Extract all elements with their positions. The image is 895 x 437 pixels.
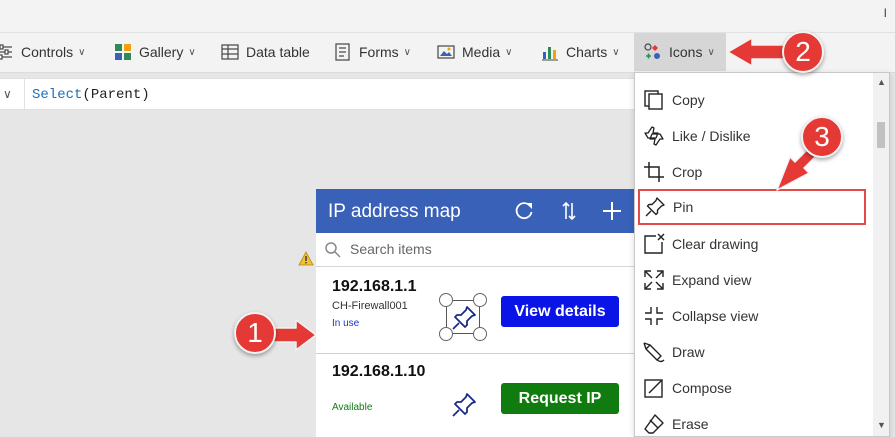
chevron-down-icon: ∨ bbox=[188, 46, 196, 58]
menu-item-label: Expand view bbox=[672, 272, 752, 288]
menu-item-erase[interactable]: Erase bbox=[635, 406, 873, 436]
formula-bar-divider bbox=[24, 79, 25, 111]
app-header: IP address map bbox=[316, 189, 635, 233]
chevron-down-icon: ∨ bbox=[78, 46, 86, 58]
title-bar-mark: I bbox=[883, 6, 887, 20]
status-label: Available bbox=[332, 402, 373, 413]
pin-icon bbox=[645, 197, 665, 217]
warning-icon[interactable] bbox=[298, 251, 314, 266]
ip-address: 192.168.1.10 bbox=[332, 363, 426, 380]
menu-item-label: Copy bbox=[672, 92, 705, 108]
menu-item-clear-drawing[interactable]: Clear drawing bbox=[635, 226, 873, 262]
arrow-1 bbox=[271, 319, 317, 351]
data-table-icon bbox=[221, 44, 239, 60]
formula-args: (Parent) bbox=[82, 87, 150, 103]
menu-item-expand-view[interactable]: Expand view bbox=[635, 262, 873, 298]
pin-icon bbox=[452, 306, 476, 330]
insert-ribbon: Controls ∨ Gallery ∨ Data table Forms ∨ Med… bbox=[0, 33, 895, 73]
menu-item-pin[interactable]: Pin bbox=[638, 189, 866, 225]
ribbon-charts-button[interactable]: Charts ∨ bbox=[541, 33, 620, 71]
formula-text[interactable]: Select(Parent) bbox=[32, 87, 150, 103]
ribbon-icons-button[interactable]: Icons ∨ bbox=[634, 33, 726, 71]
expand-view-icon bbox=[644, 270, 664, 290]
title-bar: I bbox=[0, 0, 895, 33]
menu-item-crop[interactable]: Crop bbox=[635, 154, 873, 190]
request-ip-button[interactable]: Request IP bbox=[501, 383, 619, 414]
scroll-up-icon[interactable]: ▲ bbox=[877, 77, 886, 87]
status-label: In use bbox=[332, 318, 360, 329]
clear-drawing-icon bbox=[644, 233, 665, 254]
sort-icon[interactable] bbox=[558, 200, 580, 222]
compose-icon bbox=[644, 379, 663, 398]
menu-item-label: Clear drawing bbox=[672, 236, 759, 252]
collapse-view-icon bbox=[645, 307, 663, 325]
crop-icon bbox=[644, 162, 664, 182]
gallery-icon bbox=[115, 44, 131, 60]
ribbon-media-button[interactable]: Media ∨ bbox=[437, 33, 512, 71]
forms-icon bbox=[335, 43, 350, 61]
ribbon-forms-label: Forms bbox=[359, 44, 399, 60]
menu-item-label: Crop bbox=[672, 164, 703, 180]
menu-item-label: Compose bbox=[672, 380, 732, 396]
pin-icon[interactable] bbox=[450, 391, 478, 419]
controls-icon bbox=[0, 44, 12, 60]
ribbon-controls-button[interactable]: Controls ∨ bbox=[0, 33, 85, 71]
ribbon-controls-label: Controls bbox=[21, 44, 74, 60]
add-icon[interactable] bbox=[601, 200, 623, 222]
menu-item-draw[interactable]: Draw bbox=[635, 334, 873, 370]
menu-item-label: Draw bbox=[672, 344, 705, 360]
formula-function: Select bbox=[32, 87, 83, 103]
menu-item-label: Like / Dislike bbox=[672, 128, 751, 144]
menu-item-compose[interactable]: Compose bbox=[635, 370, 873, 406]
menu-item-label: Collapse view bbox=[672, 308, 759, 324]
search-icon bbox=[325, 242, 341, 258]
ribbon-charts-label: Charts bbox=[566, 44, 608, 60]
resize-handle[interactable] bbox=[439, 327, 453, 341]
menu-item-collapse-view[interactable]: Collapse view bbox=[635, 298, 873, 334]
ribbon-forms-button[interactable]: Forms ∨ bbox=[334, 33, 411, 71]
ribbon-gallery-label: Gallery bbox=[139, 44, 184, 60]
chevron-down-icon[interactable]: ∨ bbox=[3, 87, 12, 101]
chevron-down-icon: ∨ bbox=[403, 46, 411, 58]
callout-badge: 1 bbox=[234, 312, 276, 354]
draw-icon bbox=[643, 342, 665, 363]
scrollbar-thumb[interactable] bbox=[877, 122, 885, 148]
app-title: IP address map bbox=[328, 201, 461, 222]
search-input[interactable]: Search items bbox=[350, 241, 432, 257]
list-item[interactable]: 192.168.1.10 Available Request IP bbox=[316, 355, 635, 437]
ribbon-media-label: Media bbox=[462, 44, 501, 60]
host-name: CH-Firewall001 bbox=[332, 300, 408, 312]
callout-badge: 3 bbox=[801, 116, 843, 158]
erase-icon bbox=[644, 414, 664, 434]
ribbon-data-table-button[interactable]: Data table bbox=[221, 33, 310, 71]
app-screen: IP address map Search items 192.168.1.1 … bbox=[316, 189, 635, 437]
media-icon bbox=[437, 45, 455, 59]
copy-icon bbox=[644, 90, 663, 110]
list-item[interactable]: 192.168.1.1 CH-Firewall001 In use View d… bbox=[316, 268, 635, 354]
like-dislike-icon bbox=[644, 126, 664, 146]
view-details-button[interactable]: View details bbox=[501, 296, 619, 327]
menu-scrollbar[interactable]: ▲ ▼ bbox=[873, 73, 889, 436]
icons-icon bbox=[644, 43, 660, 59]
chevron-down-icon: ∨ bbox=[505, 46, 513, 58]
resize-handle[interactable] bbox=[439, 293, 453, 307]
ribbon-data-table-label: Data table bbox=[246, 44, 310, 60]
charts-icon bbox=[542, 47, 558, 61]
search-box[interactable]: Search items bbox=[316, 233, 635, 267]
scroll-down-icon[interactable]: ▼ bbox=[877, 420, 886, 430]
menu-item-label: Erase bbox=[672, 416, 709, 432]
menu-item-copy[interactable]: Copy bbox=[635, 82, 873, 118]
callout-badge: 2 bbox=[782, 31, 824, 73]
formula-bar[interactable]: ∨ Select(Parent) bbox=[0, 78, 635, 111]
ribbon-gallery-button[interactable]: Gallery ∨ bbox=[114, 33, 196, 71]
chevron-down-icon: ∨ bbox=[707, 46, 715, 58]
ribbon-icons-label: Icons bbox=[669, 44, 703, 60]
refresh-icon[interactable] bbox=[513, 200, 535, 222]
icons-dropdown-menu: Copy Like / Dislike Crop Pin Clear drawi… bbox=[634, 72, 890, 437]
menu-item-label: Pin bbox=[673, 199, 694, 215]
resize-handle[interactable] bbox=[473, 327, 487, 341]
resize-handle[interactable] bbox=[473, 293, 487, 307]
chevron-down-icon: ∨ bbox=[612, 46, 620, 58]
ip-address: 192.168.1.1 bbox=[332, 278, 417, 295]
